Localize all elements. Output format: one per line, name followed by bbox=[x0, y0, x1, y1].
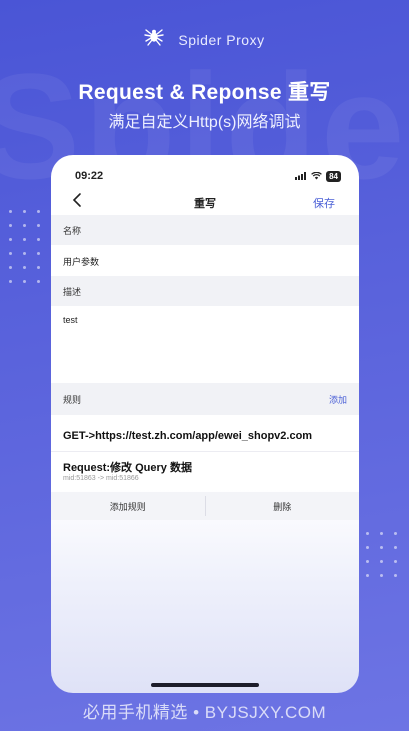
headline: Request & Reponse 重写 bbox=[78, 81, 331, 104]
name-section-label: 名称 bbox=[51, 215, 359, 245]
signal-icon bbox=[295, 167, 307, 185]
rules-section-header: 规则 添加 bbox=[51, 383, 359, 415]
save-button[interactable]: 保存 bbox=[313, 195, 335, 211]
name-field[interactable]: 用户参数 bbox=[63, 255, 99, 268]
delete-button[interactable]: 删除 bbox=[206, 492, 360, 520]
description-field[interactable]: test bbox=[63, 315, 78, 325]
home-indicator bbox=[151, 683, 259, 687]
decorative-dots-left bbox=[9, 210, 40, 283]
wifi-icon bbox=[311, 167, 322, 185]
add-button[interactable]: 添加 bbox=[329, 393, 347, 406]
battery-indicator: 84 bbox=[326, 170, 341, 182]
decorative-dots-right bbox=[366, 532, 397, 577]
brand-name: Spider Proxy bbox=[178, 31, 265, 48]
phone-mockup: 09:22 84 重写 保存 名称 用户参数 描述 test 规则 添加 GET… bbox=[51, 155, 359, 693]
subline: 满足自定义Http(s)网络调试 bbox=[108, 114, 301, 131]
description-section-label: 描述 bbox=[51, 276, 359, 306]
status-icons: 84 bbox=[295, 167, 341, 185]
status-bar: 09:22 84 bbox=[75, 167, 341, 185]
add-rule-button[interactable]: 添加规则 bbox=[51, 492, 205, 520]
brand-header: Spider Proxy bbox=[0, 28, 409, 51]
nav-bar: 重写 保存 bbox=[51, 191, 359, 215]
rule-request-detail: mid:51863 -> mid:51866 bbox=[63, 475, 139, 482]
rule-url[interactable]: GET->https://test.zh.com/app/ewei_shopv2… bbox=[63, 430, 312, 442]
status-time: 09:22 bbox=[75, 170, 104, 182]
rule-request-title[interactable]: Request:修改 Query 数据 bbox=[63, 459, 192, 475]
spider-icon bbox=[144, 28, 165, 51]
divider bbox=[51, 451, 359, 452]
rules-section-label: 规则 bbox=[63, 394, 82, 405]
rule-actions: 添加规则 删除 bbox=[51, 492, 359, 520]
footer-watermark: 必用手机精选 • BYJSJXY.COM bbox=[82, 703, 327, 722]
